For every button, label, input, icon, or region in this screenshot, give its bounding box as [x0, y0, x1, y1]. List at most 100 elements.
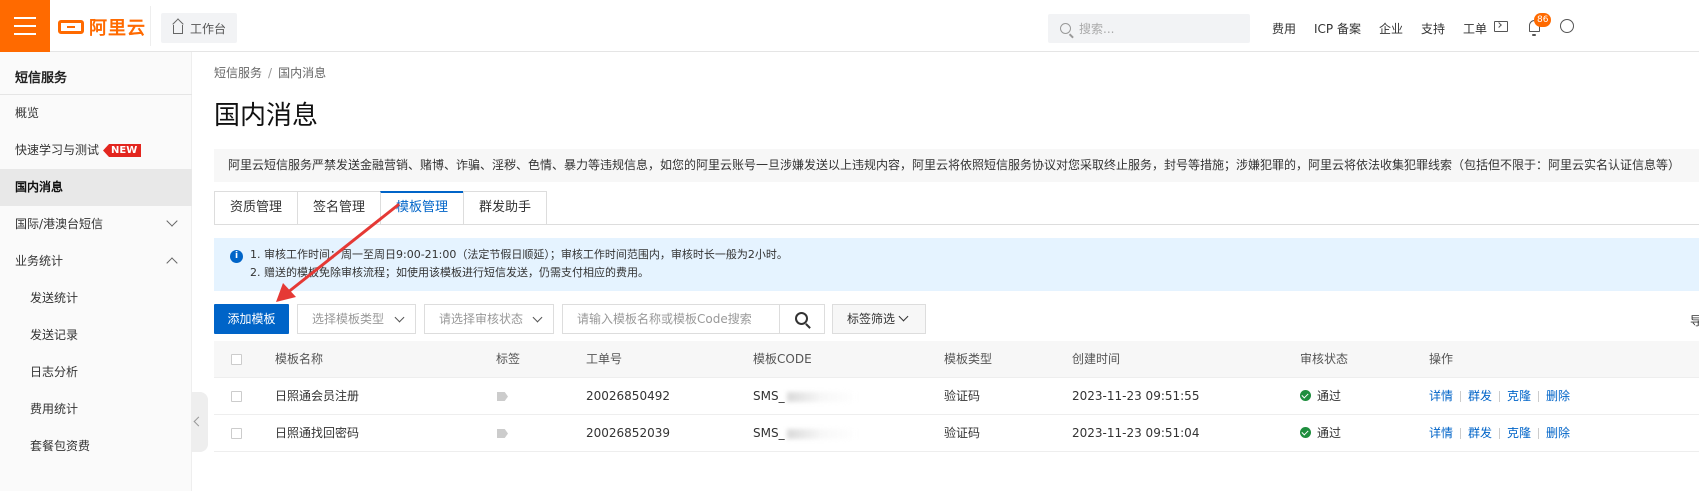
hamburger-menu-icon[interactable] [0, 0, 50, 52]
sidebar-item-domestic[interactable]: 国内消息 [0, 169, 192, 206]
clone-link[interactable]: 克隆 [1507, 389, 1531, 403]
row-checkbox[interactable] [231, 391, 242, 402]
sidebar-item-package-pricing[interactable]: 套餐包资费 [0, 428, 192, 465]
chevron-down-icon [166, 215, 178, 227]
terminal-icon[interactable] [1494, 21, 1508, 32]
sidebar-item-log-analysis[interactable]: 日志分析 [0, 354, 192, 391]
bulk-send-link[interactable]: 群发 [1468, 426, 1492, 440]
top-nav-links: 费用 ICP 备案 企业 支持 工单 [1272, 20, 1505, 37]
sidebar-item-label: 概览 [15, 106, 40, 120]
column-header: 模板类型 [944, 352, 993, 366]
search-icon [795, 312, 808, 325]
details-link[interactable]: 详情 [1429, 426, 1453, 440]
check-circle-icon [1300, 390, 1311, 401]
search-placeholder: 搜索... [1079, 22, 1115, 36]
sidebar-item-label: 快速学习与测试 [15, 143, 100, 157]
info-alert: i 1. 审核工作时间：周一至周日9:00-21:00（法定节假日顺延）；审核工… [214, 238, 1699, 291]
column-header: 操作 [1429, 352, 1454, 366]
row-actions: 详情 群发 克隆 删除 [1429, 415, 1570, 452]
tag-icon[interactable] [497, 392, 508, 401]
breadcrumb-root-link[interactable]: 短信服务 [214, 66, 262, 80]
nav-link-support[interactable]: 支持 [1421, 20, 1445, 37]
row-checkbox[interactable] [231, 428, 242, 439]
tag-filter-button[interactable]: 标签筛选 [832, 304, 926, 334]
row-actions: 详情 群发 克隆 删除 [1429, 378, 1570, 415]
sidebar-item-label: 费用统计 [30, 402, 79, 416]
review-status-placeholder: 请选择审核状态 [439, 312, 524, 326]
clone-link[interactable]: 克隆 [1507, 426, 1531, 440]
divider [1499, 428, 1501, 439]
search-icon [1060, 23, 1071, 34]
review-status: 通过 [1300, 378, 1341, 415]
nav-link-enterprise[interactable]: 企业 [1379, 20, 1403, 37]
sidebar-item-cost-stats[interactable]: 费用统计 [0, 391, 192, 428]
export-button[interactable]: 导 [1690, 312, 1699, 329]
search-button[interactable] [779, 304, 825, 334]
tab-bar: 资质管理 签名管理 模板管理 群发助手 [214, 191, 548, 225]
check-circle-icon [1300, 427, 1311, 438]
table-row: 日照通会员注册 20026850492 SMS_ 验证码 2023-11-23 … [214, 378, 1699, 415]
sidebar-item-international[interactable]: 国际/港澳台短信 [0, 206, 192, 243]
chevron-up-icon [166, 257, 178, 269]
divider [1538, 391, 1540, 402]
tab-template[interactable]: 模板管理 [380, 191, 465, 225]
notification-badge: 86 [1534, 13, 1552, 27]
nav-link-ticket[interactable]: 工单 [1463, 20, 1487, 37]
new-badge: NEW [103, 144, 142, 157]
workbench-button[interactable]: 工作台 [161, 13, 237, 43]
nav-link-icp[interactable]: ICP 备案 [1314, 20, 1361, 37]
logo-text: 阿里云 [89, 18, 146, 39]
sidebar-item-send-stats[interactable]: 发送统计 [0, 280, 192, 317]
sidebar-item-label: 业务统计 [15, 254, 64, 268]
info-line-1: 1. 审核工作时间：周一至周日9:00-21:00（法定节假日顺延）；审核工作时… [250, 248, 788, 261]
sidebar-item-label: 套餐包资费 [30, 439, 91, 453]
redacted-code [786, 428, 857, 439]
template-type-select[interactable]: 选择模板类型 [297, 304, 416, 334]
chevron-down-icon [898, 311, 909, 322]
ticket-number: 20026850492 [586, 389, 670, 403]
global-search-input[interactable]: 搜索... [1048, 14, 1250, 43]
tab-signature[interactable]: 签名管理 [297, 191, 382, 225]
add-template-button[interactable]: 添加模板 [214, 304, 289, 334]
template-search-input[interactable]: 请输入模板名称或模板Code搜索 [562, 304, 780, 334]
sidebar-item-quick-start[interactable]: 快速学习与测试 NEW [0, 132, 192, 169]
column-header: 工单号 [586, 352, 623, 366]
bulk-send-link[interactable]: 群发 [1468, 389, 1492, 403]
review-status-select[interactable]: 请选择审核状态 [424, 304, 554, 334]
template-code-prefix: SMS_ [753, 389, 785, 403]
select-all-checkbox[interactable] [231, 354, 242, 365]
help-icon[interactable] [1560, 19, 1574, 33]
template-code: SMS_ [753, 378, 857, 415]
column-header: 审核状态 [1300, 352, 1349, 366]
tag-icon[interactable] [497, 429, 508, 438]
sidebar-item-overview[interactable]: 概览 [0, 95, 192, 132]
workbench-label: 工作台 [190, 21, 227, 36]
breadcrumb-separator: / [268, 66, 273, 80]
nav-link-billing[interactable]: 费用 [1272, 20, 1296, 37]
review-status: 通过 [1300, 415, 1341, 452]
sidebar-item-send-records[interactable]: 发送记录 [0, 317, 192, 354]
tab-qualification[interactable]: 资质管理 [214, 191, 299, 225]
details-link[interactable]: 详情 [1429, 389, 1453, 403]
sidebar-item-label: 日志分析 [30, 365, 79, 379]
template-name: 日照通找回密码 [275, 426, 360, 440]
column-header: 模板CODE [753, 352, 812, 366]
table-header: 模板名称 标签 工单号 模板CODE 模板类型 创建时间 审核状态 操作 [214, 341, 1699, 378]
delete-link[interactable]: 删除 [1546, 426, 1570, 440]
sidebar-item-statistics[interactable]: 业务统计 [0, 243, 192, 280]
divider [1460, 391, 1462, 402]
template-type: 验证码 [944, 389, 981, 403]
template-code: SMS_ [753, 415, 857, 452]
sidebar-collapse-button[interactable] [191, 392, 208, 452]
aliyun-logo[interactable]: 阿里云 [58, 17, 146, 39]
tag-filter-label: 标签筛选 [847, 312, 896, 326]
info-line-2: 2. 赠送的模板免除审核流程；如使用该模板进行短信发送，仍需支付相应的费用。 [250, 266, 649, 279]
page-title: 国内消息 [214, 101, 319, 131]
column-header: 标签 [496, 352, 521, 366]
divider [1538, 428, 1540, 439]
template-name: 日照通会员注册 [275, 389, 360, 403]
compliance-notice: 阿里云短信服务严禁发送金融营销、赌博、诈骗、淫秽、色情、暴力等违规信息，如您的阿… [214, 149, 1699, 182]
delete-link[interactable]: 删除 [1546, 389, 1570, 403]
sidebar-item-label: 发送记录 [30, 328, 79, 342]
tab-bulk-send[interactable]: 群发助手 [463, 191, 548, 225]
